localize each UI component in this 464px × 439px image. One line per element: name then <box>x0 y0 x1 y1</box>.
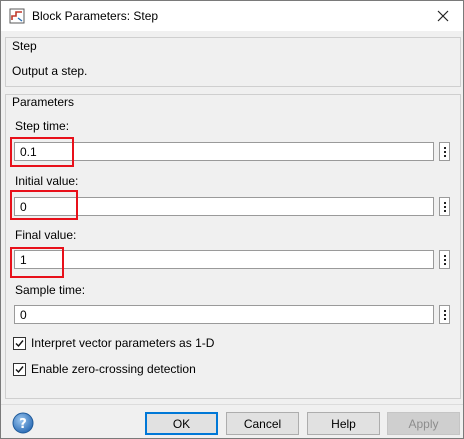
cancel-button[interactable]: Cancel <box>226 412 299 435</box>
zero-crossing-checkbox-row[interactable]: Enable zero-crossing detection <box>13 362 196 376</box>
close-icon[interactable] <box>429 4 457 28</box>
initial-value-label: Initial value: <box>15 174 79 188</box>
sample-time-input[interactable] <box>14 305 434 324</box>
step-time-input[interactable] <box>14 142 434 161</box>
footer-divider <box>1 404 463 405</box>
simulink-block-icon <box>9 8 25 24</box>
sample-time-more-icon[interactable] <box>439 305 450 324</box>
interpret-vector-label: Interpret vector parameters as 1-D <box>31 336 215 350</box>
window-title: Block Parameters: Step <box>32 9 159 23</box>
parameters-group-label: Parameters <box>12 95 75 109</box>
checkmark-icon <box>15 365 24 373</box>
title-bar: Block Parameters: Step <box>1 1 463 31</box>
checkmark-icon <box>15 339 24 347</box>
help-button[interactable]: Help <box>307 412 380 435</box>
interpret-vector-checkbox-row[interactable]: Interpret vector parameters as 1-D <box>13 336 214 350</box>
ok-button[interactable]: OK <box>145 412 218 435</box>
step-group <box>5 37 461 87</box>
help-question-icon[interactable]: ? <box>12 412 34 434</box>
step-group-label: Step <box>12 39 37 53</box>
initial-value-input[interactable] <box>14 197 434 216</box>
zero-crossing-label: Enable zero-crossing detection <box>31 362 196 376</box>
zero-crossing-checkbox[interactable] <box>13 362 26 376</box>
block-description: Output a step. <box>12 64 88 78</box>
final-value-input[interactable] <box>14 250 434 269</box>
sample-time-label: Sample time: <box>15 283 86 297</box>
initial-value-more-icon[interactable] <box>439 197 450 216</box>
final-value-more-icon[interactable] <box>439 250 450 269</box>
step-time-label: Step time: <box>15 119 70 133</box>
dialog-window: Block Parameters: Step Step Output a ste… <box>0 0 464 439</box>
parameters-group <box>5 94 461 399</box>
apply-button[interactable]: Apply <box>387 412 460 435</box>
svg-text:?: ? <box>19 417 27 432</box>
step-time-more-icon[interactable] <box>439 142 450 161</box>
interpret-vector-checkbox[interactable] <box>13 336 26 350</box>
final-value-label: Final value: <box>15 228 77 242</box>
